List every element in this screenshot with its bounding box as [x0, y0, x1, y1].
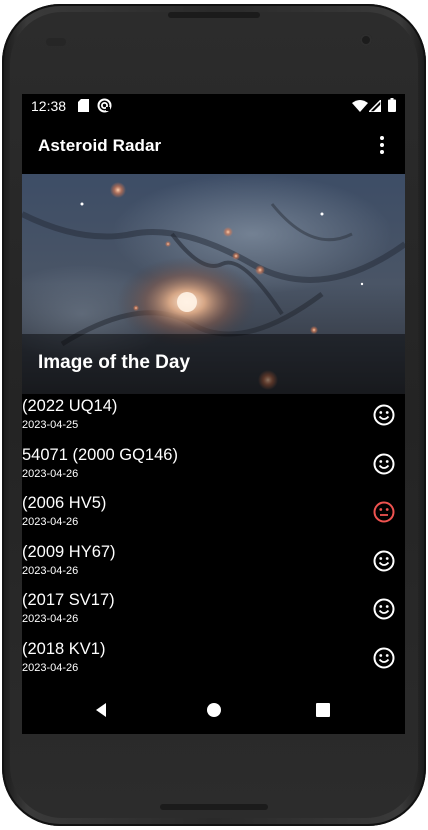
earpiece-speaker — [168, 12, 260, 18]
status-safe-icon — [373, 404, 395, 426]
bottom-speaker — [160, 804, 268, 810]
asteroid-date: 2023-04-26 — [22, 467, 79, 480]
asteroid-date: 2023-04-26 — [22, 613, 79, 626]
front-camera — [360, 34, 372, 46]
asteroid-date: 2023-04-26 — [22, 662, 79, 674]
signal-icon — [369, 100, 381, 112]
list-item[interactable]: (2018 KV1) 2023-04-26 — [22, 637, 405, 685]
hero-caption-overlay: Image of the Day — [22, 334, 405, 394]
more-vert-icon[interactable] — [370, 132, 394, 160]
image-of-the-day[interactable]: Image of the Day — [22, 174, 405, 394]
screen: 12:38 Asteroid Radar Image of the Day (2… — [22, 94, 405, 734]
list-item[interactable]: (2009 HY67) 2023-04-26 — [22, 540, 405, 588]
asteroid-name: 54071 (2000 GQ146) — [22, 445, 178, 464]
status-safe-icon — [373, 647, 395, 669]
status-safe-icon — [373, 598, 395, 620]
status-safe-icon — [373, 550, 395, 572]
list-item[interactable]: (2006 HV5) 2023-04-26 — [22, 491, 405, 539]
asteroid-name: (2006 HV5) — [22, 494, 107, 513]
asteroid-date: 2023-04-26 — [22, 516, 79, 529]
asteroid-name: (2009 HY67) — [22, 542, 116, 561]
status-hazardous-icon — [373, 501, 395, 523]
asteroid-date: 2023-04-26 — [22, 564, 79, 577]
image-of-the-day-title: Image of the Day — [38, 352, 191, 373]
asteroid-date: 2023-04-25 — [22, 419, 79, 431]
navigation-bar — [22, 686, 405, 734]
asteroid-name: (2018 KV1) — [22, 640, 106, 658]
proximity-sensor — [46, 38, 66, 46]
list-item[interactable]: (2017 SV17) 2023-04-26 — [22, 588, 405, 636]
sync-icon — [97, 98, 112, 113]
asteroid-name: (2017 SV17) — [22, 591, 115, 610]
list-item[interactable]: 54071 (2000 GQ146) 2023-04-26 — [22, 443, 405, 491]
back-icon[interactable] — [89, 698, 113, 722]
status-time: 12:38 — [31, 98, 67, 114]
battery-icon — [388, 98, 396, 112]
status-bar: 12:38 — [22, 94, 405, 118]
app-title: Asteroid Radar — [38, 136, 162, 155]
home-icon[interactable] — [202, 698, 226, 722]
list-item[interactable]: (2022 UQ14) 2023-04-25 — [22, 394, 405, 442]
sd-card-icon — [78, 99, 89, 112]
status-safe-icon — [373, 453, 395, 475]
app-bar: Asteroid Radar — [22, 118, 405, 174]
asteroid-name: (2022 UQ14) — [22, 397, 118, 415]
recents-icon[interactable] — [311, 698, 335, 722]
wifi-icon — [352, 100, 368, 112]
